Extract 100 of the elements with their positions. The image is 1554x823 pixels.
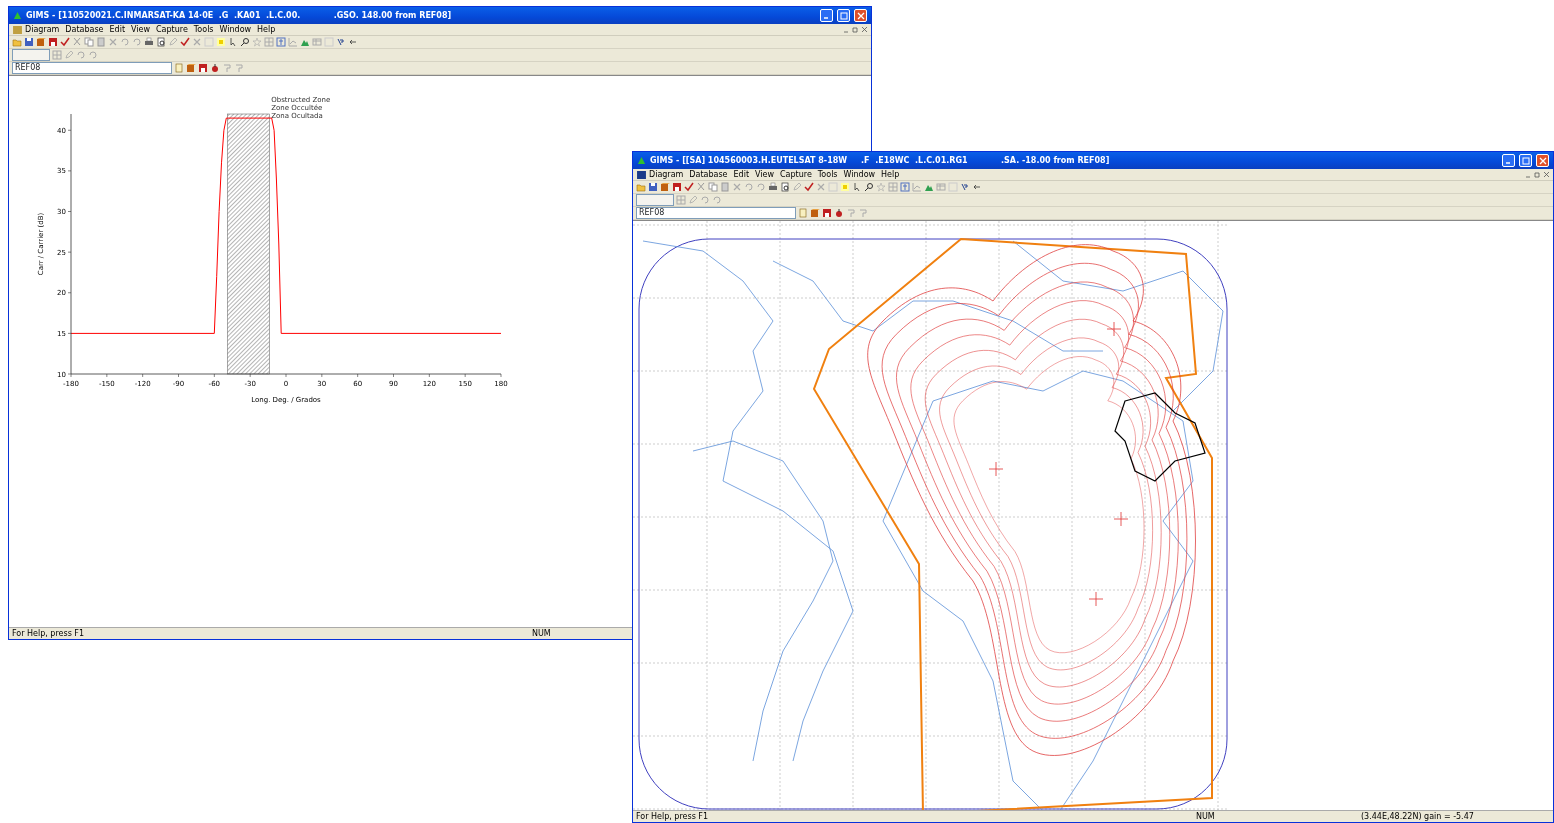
document-icon [637, 170, 646, 179]
window-title: GIMS - [110520021.C.INMARSAT-KA 14·0E .G .KA01 .L.C.00. .GSO. 148.00 from REF08] [26, 9, 453, 22]
magnifier-icon[interactable] [240, 37, 250, 47]
reference-dropdown[interactable]: REF08 [636, 207, 796, 219]
return-arrow-icon[interactable] [972, 182, 982, 192]
num-lock-indicator: NUM [531, 628, 552, 639]
menu-item[interactable]: Edit [730, 168, 753, 181]
status-text: For Help, press F1 [11, 628, 86, 639]
cross-icon[interactable] [732, 182, 742, 192]
page-preview-icon[interactable] [780, 182, 790, 192]
tick-mark [500, 373, 502, 378]
help-icon[interactable] [960, 182, 970, 192]
menu-item[interactable]: Help [254, 23, 279, 36]
status-text: For Help, press F1 [635, 811, 710, 822]
star-icon[interactable] [252, 37, 262, 47]
tick-mark [321, 373, 323, 378]
maximize-icon [839, 11, 848, 20]
tick-mark [429, 373, 430, 378]
menu-item[interactable]: Diagram [22, 23, 63, 36]
cube-icon[interactable] [36, 37, 46, 47]
child-window-controls-icon[interactable] [843, 26, 867, 33]
check-icon[interactable] [804, 182, 814, 192]
menu-item[interactable]: Diagram [646, 168, 687, 181]
tick-mark [67, 211, 72, 212]
clipboard-icon[interactable] [720, 182, 730, 192]
tick-mark [67, 170, 72, 172]
document-icon[interactable] [174, 63, 184, 73]
page-preview-icon[interactable] [156, 37, 166, 47]
menu-item[interactable]: Tools [190, 23, 217, 36]
document-icon [13, 25, 22, 34]
blank-icon[interactable] [204, 37, 214, 47]
cube-icon[interactable] [810, 208, 820, 218]
close-icon [1538, 156, 1547, 165]
figure-icon[interactable] [900, 182, 910, 192]
cursor-coordinates: (3.44E,48.22N) gain = -5.47 [1360, 811, 1475, 822]
menu-item[interactable]: Window [840, 168, 879, 181]
zoom-dropdown[interactable] [12, 49, 50, 61]
zoom-dropdown[interactable] [636, 194, 674, 206]
menu-item[interactable]: Window [216, 23, 255, 36]
menu-item[interactable]: Database [62, 23, 107, 36]
cube-icon[interactable] [660, 182, 670, 192]
printer-icon[interactable] [768, 182, 778, 192]
minimize-button[interactable] [820, 9, 833, 22]
copy-icon[interactable] [708, 182, 718, 192]
paint-bucket-icon[interactable] [834, 208, 844, 218]
copy-icon[interactable] [84, 37, 94, 47]
maximize-button[interactable] [837, 9, 850, 22]
tick-mark [285, 373, 287, 378]
tick-mark [357, 373, 358, 378]
maximize-icon [1521, 156, 1530, 165]
table-icon[interactable] [312, 37, 322, 47]
close-icon [856, 11, 865, 20]
cube-icon[interactable] [186, 63, 196, 73]
menu-item[interactable]: View [752, 168, 777, 181]
tick-mark [214, 373, 215, 378]
tick-mark [67, 129, 72, 131]
tick-mark [249, 373, 251, 378]
num-lock-indicator: NUM [1195, 811, 1216, 822]
reference-dropdown[interactable]: REF08 [12, 62, 172, 74]
check-icon[interactable] [60, 37, 70, 47]
menu-item[interactable]: Capture [777, 168, 815, 181]
clipboard-icon[interactable] [96, 37, 106, 47]
cross-icon[interactable] [108, 37, 118, 47]
tick-mark [67, 333, 72, 334]
tick-mark [142, 373, 143, 378]
paint-bucket-icon[interactable] [210, 63, 220, 73]
printer-icon[interactable] [144, 37, 154, 47]
menu-item[interactable]: Tools [814, 168, 841, 181]
return-arrow-icon[interactable] [348, 37, 358, 47]
window-title: GIMS - [[SA] 104560003.H.EUTELSAT 8-18W .F .E18WC .L.C.01.RG1 .SA. -18.00 from REF08] [650, 154, 1111, 167]
close-button[interactable] [854, 9, 867, 22]
grid-icon[interactable] [888, 182, 898, 192]
grid-icon[interactable] [264, 37, 274, 47]
app-icon [13, 11, 22, 20]
tick-mark [67, 292, 72, 294]
app-icon [637, 156, 646, 165]
menu-item[interactable]: Database [686, 168, 731, 181]
star-icon[interactable] [876, 182, 886, 192]
tick-mark [106, 373, 108, 378]
table-icon[interactable] [936, 182, 946, 192]
check-icon[interactable] [684, 182, 694, 192]
chart-icon[interactable] [912, 182, 922, 192]
menu-item[interactable]: Help [878, 168, 903, 181]
menu-item[interactable]: Edit [106, 23, 129, 36]
blank-icon[interactable] [828, 182, 838, 192]
help-icon[interactable] [336, 37, 346, 47]
minimize-button[interactable] [1502, 154, 1515, 167]
menu-item[interactable]: Capture [153, 23, 191, 36]
maximize-button[interactable] [1519, 154, 1532, 167]
chart-icon[interactable] [288, 37, 298, 47]
tick-mark [464, 373, 466, 378]
tick-mark [393, 373, 394, 378]
child-window-controls-icon[interactable] [1525, 171, 1549, 178]
document-icon[interactable] [798, 208, 808, 218]
close-button[interactable] [1536, 154, 1549, 167]
figure-icon[interactable] [276, 37, 286, 47]
magnifier-icon[interactable] [864, 182, 874, 192]
tick-mark [178, 373, 179, 378]
menu-item[interactable]: View [128, 23, 153, 36]
check-icon[interactable] [180, 37, 190, 47]
